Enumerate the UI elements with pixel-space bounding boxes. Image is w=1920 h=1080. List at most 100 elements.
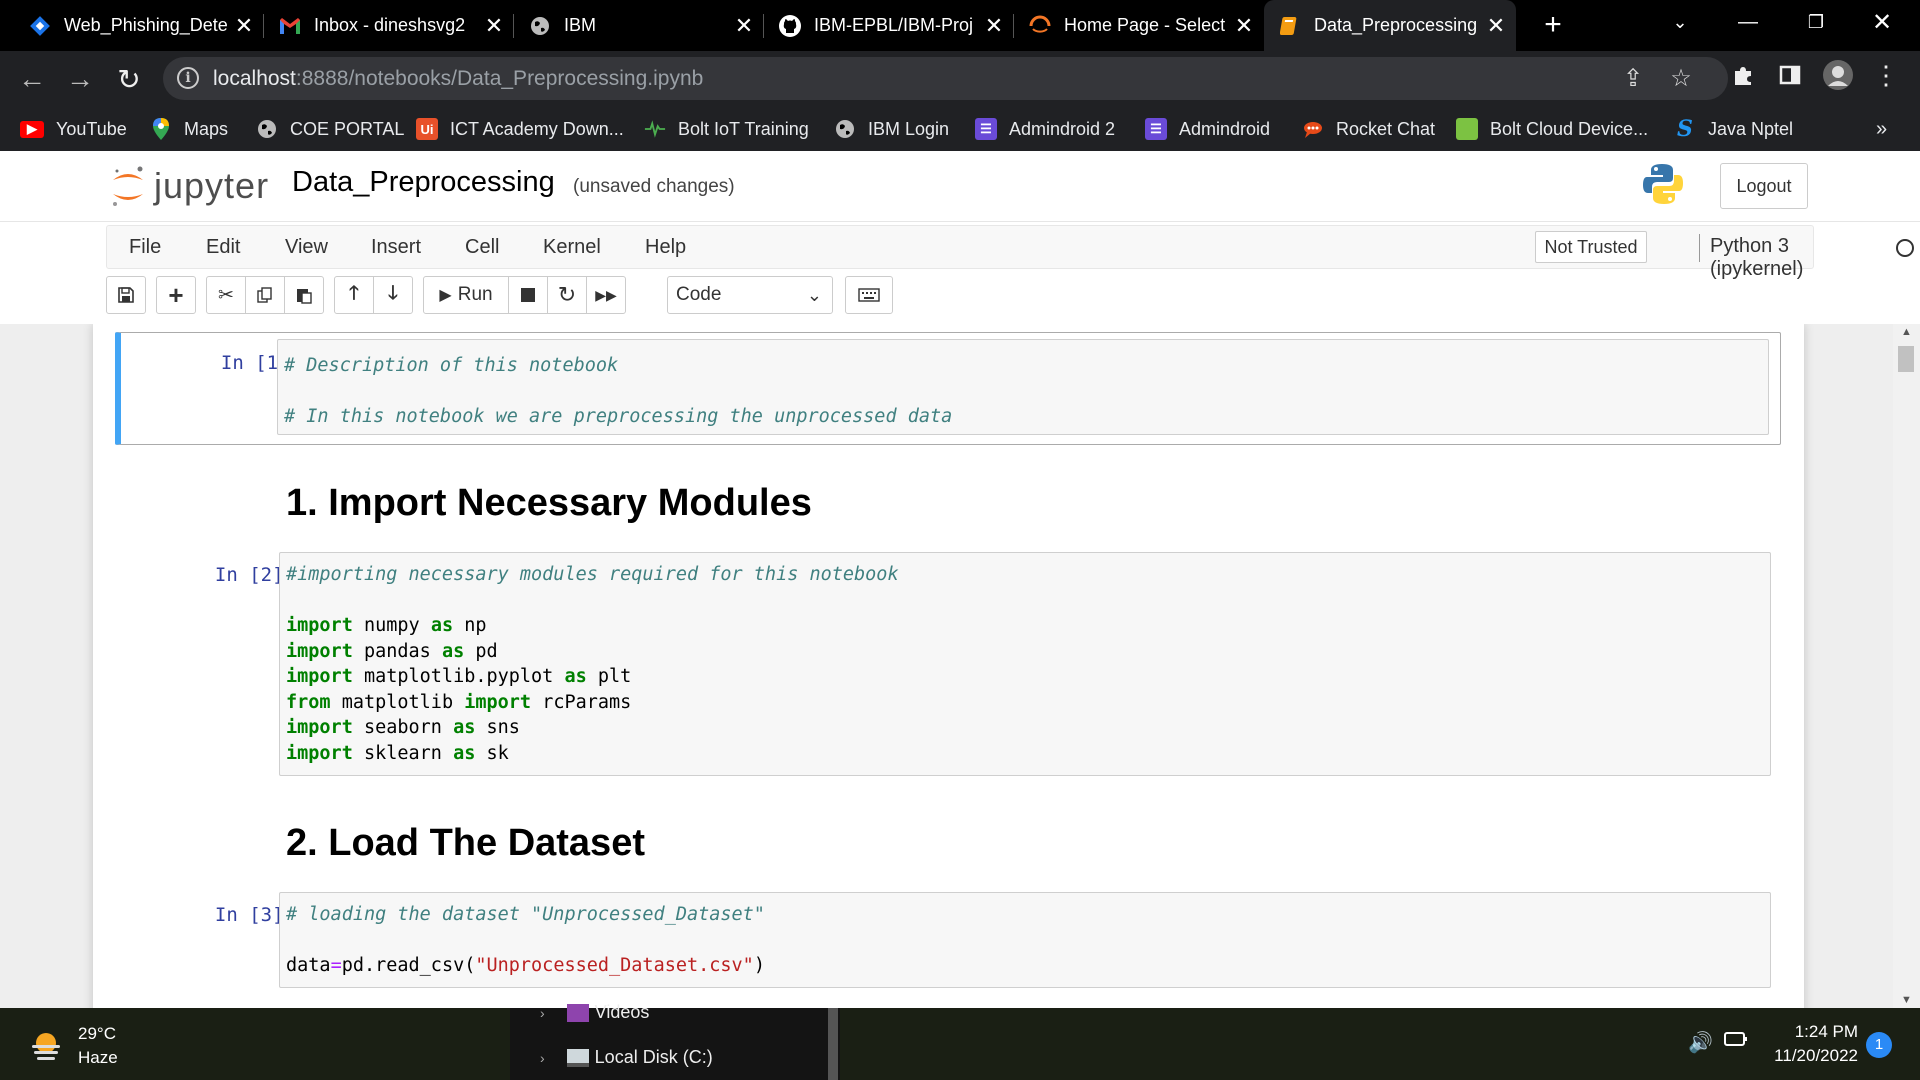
close-tab-icon[interactable]: ✕ [230,13,258,39]
command-palette-button[interactable] [845,276,893,314]
bookmark-java-nptel[interactable]: S Java Nptel [1674,114,1793,144]
weather-widget[interactable]: 29°C Haze [28,1022,118,1070]
explorer-item-local-disk[interactable]: › Local Disk (C:) [540,1047,713,1068]
menu-file[interactable]: File [129,236,161,259]
menu-edit[interactable]: Edit [206,236,240,259]
cell-input[interactable]: #importing necessary modules required fo… [279,552,1771,776]
share-icon[interactable]: ⇪ [1619,65,1647,93]
cell-type-select[interactable]: Code ⌄ [667,276,833,314]
cut-cell-button[interactable]: ✂ [206,276,246,314]
browser-menu-icon[interactable]: ⋮ [1868,57,1904,93]
back-arrow-icon[interactable]: ← [13,60,51,98]
restart-kernel-button[interactable]: ↻ [547,276,587,314]
insert-cell-button[interactable]: + [156,276,196,314]
logout-button[interactable]: Logout [1720,163,1808,209]
tab-home-page[interactable]: Home Page - Select ✕ [1014,0,1264,51]
url-bar[interactable]: i localhost:8888/notebooks/Data_Preproce… [163,57,1728,100]
restart-icon: ↻ [557,282,577,307]
site-info-icon[interactable]: i [177,67,199,89]
bookmark-youtube[interactable]: ▶ YouTube [20,114,127,144]
copy-icon [257,287,272,303]
tab-data-preprocessing[interactable]: Data_Preprocessing ✕ [1264,0,1516,51]
close-tab-icon[interactable]: ✕ [480,13,508,39]
bookmark-maps[interactable]: Maps [150,114,228,144]
bookmark-bolt-cloud[interactable]: Bolt Cloud Device... [1456,114,1648,144]
url-text[interactable]: localhost:8888/notebooks/Data_Preprocess… [213,67,703,91]
menubar: File Edit View Insert Cell Kernel Help N… [106,225,1914,280]
bookmark-ict-academy[interactable]: Ui ICT Academy Down... [416,114,624,144]
code-cell-3[interactable]: In [3]: # loading the dataset "Unprocess… [115,892,1781,990]
file-explorer-preview: › Videos › Local Disk (C:) [510,1002,840,1080]
page-scrollbar[interactable]: ▲ ▼ [1893,324,1920,1008]
menu-view[interactable]: View [285,236,328,259]
tab-web-phishing[interactable]: Web_Phishing_Dete ✕ [14,0,264,51]
profile-avatar-icon[interactable] [1820,57,1856,93]
copy-cell-button[interactable] [245,276,285,314]
ui-logo-icon: Ui [416,118,438,140]
bookmark-star-icon[interactable]: ☆ [1667,65,1695,93]
bookmark-bolt-iot-training[interactable]: Bolt IoT Training [644,114,809,144]
bookmark-ibm-login[interactable]: IBM Login [834,114,949,144]
bookmark-rocket-chat[interactable]: Rocket Chat [1302,114,1435,144]
menu-insert[interactable]: Insert [371,236,421,259]
scrollbar-thumb[interactable] [1898,346,1914,372]
cell-input[interactable]: # loading the dataset "Unprocessed_Datas… [279,892,1771,988]
weather-condition: Haze [78,1048,118,1067]
run-button[interactable]: ▶ Run [423,276,509,314]
bookmarks-overflow-icon[interactable]: » [1876,114,1887,144]
restore-button[interactable]: ❐ [1786,0,1846,44]
paste-cell-button[interactable] [284,276,324,314]
scroll-up-arrow-icon[interactable]: ▲ [1893,326,1920,338]
rocket-icon [1302,118,1324,140]
menu-help[interactable]: Help [645,236,686,259]
speaker-icon[interactable]: 🔊 [1688,1030,1713,1055]
kernel-name[interactable]: Python 3 (ipykernel) [1710,235,1813,281]
notebook-page: In [1]: # Description of this notebook #… [93,324,1804,1008]
videos-folder-icon [566,1003,589,1022]
restart-run-all-button[interactable]: ▶▶ [586,276,626,314]
interrupt-kernel-button[interactable] [508,276,548,314]
maps-pin-icon [150,118,172,140]
tab-inbox[interactable]: Inbox - dineshsvg2 ✕ [264,0,514,51]
close-tab-icon[interactable]: ✕ [730,13,758,39]
cell-prompt: In [2]: [214,564,295,586]
cell-input[interactable]: # Description of this notebook # In this… [277,339,1769,435]
code-cell-2[interactable]: In [2]: #importing necessary modules req… [115,552,1781,778]
move-cell-down-button[interactable]: 🡓 [373,276,413,314]
code-cell-1[interactable]: In [1]: # Description of this notebook #… [115,332,1781,445]
tab-github[interactable]: IBM-EPBL/IBM-Proj ✕ [764,0,1014,51]
side-panel-icon[interactable] [1772,57,1808,93]
chevron-right-icon: › [540,1004,545,1021]
bookmark-admindroid-2[interactable]: ☰ Admindroid 2 [975,114,1115,144]
notebook-title[interactable]: Data_Preprocessing [292,166,555,199]
close-tab-icon[interactable]: ✕ [980,13,1008,39]
bookmark-coe-portal[interactable]: COE PORTAL [256,114,404,144]
reload-icon[interactable]: ↻ [110,60,148,98]
new-tab-button[interactable]: + [1536,8,1570,42]
s-logo-icon: S [1677,116,1693,142]
menu-kernel[interactable]: Kernel [543,236,601,259]
close-window-button[interactable]: ✕ [1852,0,1912,44]
forward-arrow-icon[interactable]: → [61,60,99,98]
chevron-right-icon: › [540,1049,545,1066]
move-cell-up-button[interactable]: 🡑 [334,276,374,314]
close-tab-icon[interactable]: ✕ [1230,13,1258,39]
minimize-button[interactable]: — [1718,0,1778,44]
bookmark-admindroid[interactable]: ☰ Admindroid [1145,114,1270,144]
close-tab-icon[interactable]: ✕ [1482,13,1510,39]
battery-icon[interactable] [1724,1030,1748,1053]
notification-badge[interactable]: 1 [1866,1032,1892,1058]
system-clock[interactable]: 1:24 PM 11/20/2022 [1758,1020,1858,1068]
tab-search-chevron-icon[interactable]: ⌄ [1650,0,1710,44]
tab-ibm[interactable]: IBM ✕ [514,0,764,51]
menu-cell[interactable]: Cell [465,236,499,259]
trust-status-button[interactable]: Not Trusted [1535,231,1647,263]
arrow-down-icon: 🡓 [388,283,398,304]
scroll-down-arrow-icon[interactable]: ▼ [1893,994,1920,1006]
fast-forward-icon: ▶▶ [595,286,617,303]
save-button[interactable] [106,276,146,314]
extensions-puzzle-icon[interactable] [1725,57,1761,93]
kernel-idle-indicator-icon [1896,239,1914,257]
jupyter-logo[interactable]: jupyter [110,161,269,211]
explorer-item-videos[interactable]: › Videos [540,1002,649,1023]
